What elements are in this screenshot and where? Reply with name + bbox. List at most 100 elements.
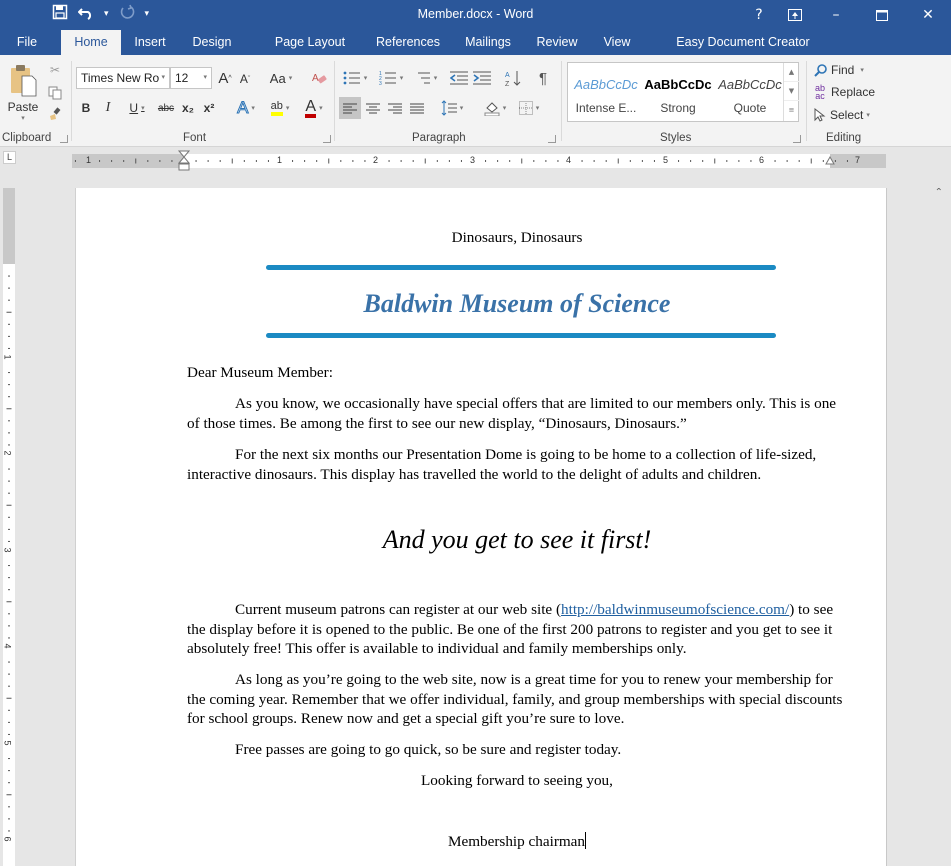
- replace-button[interactable]: ab ac Replace: [812, 83, 875, 101]
- line-spacing-button[interactable]: ▾: [437, 97, 467, 119]
- paragraph-launcher-icon[interactable]: [548, 135, 556, 143]
- ruler-number: 1: [277, 155, 283, 165]
- signature: Membership chairman: [447, 832, 587, 850]
- tab-file[interactable]: File: [6, 30, 48, 55]
- grow-font-button[interactable]: A ^: [216, 67, 234, 89]
- tab-easy-document-creator[interactable]: Easy Document Creator: [665, 30, 821, 55]
- paste-dropdown-icon[interactable]: ▾: [21, 114, 25, 122]
- ruler-number: 2: [373, 155, 379, 165]
- close-button[interactable]: ✕: [905, 0, 951, 30]
- sort-icon[interactable]: AZ: [503, 67, 523, 89]
- clipboard-launcher-icon[interactable]: [60, 135, 68, 143]
- copy-icon[interactable]: [46, 84, 64, 102]
- clipboard-icon: [11, 65, 37, 97]
- align-right-button[interactable]: [384, 97, 406, 119]
- font-name-combo[interactable]: Times New Ro ▾: [76, 67, 170, 89]
- tab-mailings[interactable]: Mailings: [460, 30, 516, 55]
- paste-button[interactable]: Paste ▾: [4, 59, 42, 127]
- paragraph: Free passes are going to go quick, so be…: [235, 741, 622, 758]
- replace-icon: ab ac: [814, 83, 825, 101]
- tab-review[interactable]: Review: [533, 30, 581, 55]
- cut-icon[interactable]: ✂: [46, 61, 64, 79]
- styles-more-icon[interactable]: ≡: [784, 101, 799, 120]
- borders-button[interactable]: ▾: [514, 97, 544, 119]
- styles-scroll-up-icon[interactable]: ▲: [784, 63, 799, 82]
- tab-design[interactable]: Design: [186, 30, 238, 55]
- group-separator: [334, 61, 335, 141]
- bold-button[interactable]: B: [78, 97, 94, 119]
- document-page[interactable]: Dinosaurs, Dinosaurs Baldwin Museum of S…: [75, 188, 887, 866]
- font-color-button[interactable]: A ▾: [298, 97, 330, 119]
- bullets-icon: [343, 71, 360, 85]
- ribbon-display-options-icon[interactable]: [777, 0, 813, 30]
- numbering-icon: 123: [379, 71, 396, 86]
- collapse-ribbon-icon[interactable]: ⌃: [935, 187, 943, 198]
- increase-indent-icon[interactable]: [472, 67, 492, 89]
- underline-button[interactable]: U ▾: [122, 97, 152, 119]
- vertical-ruler[interactable]: 1 2 3 4 5 6: [3, 188, 15, 866]
- right-indent-marker[interactable]: [825, 155, 835, 165]
- ruler-number: 4: [2, 643, 13, 649]
- ruler-number: 3: [2, 547, 13, 553]
- paste-label: Paste: [7, 100, 39, 114]
- multilevel-list-button[interactable]: ▾: [410, 67, 440, 89]
- maximize-button[interactable]: [859, 0, 905, 30]
- styles-scroll-down-icon[interactable]: ▼: [784, 82, 799, 101]
- styles-launcher-icon[interactable]: [793, 135, 801, 143]
- ruler-area: 1 1 2 3 4 5 6 7: [0, 148, 951, 188]
- indent-markers[interactable]: [178, 150, 190, 172]
- find-icon: [814, 63, 827, 77]
- horizontal-ruler[interactable]: 1 1 2 3 4 5 6 7: [72, 154, 886, 168]
- font-size-combo[interactable]: 12 ▾: [170, 67, 212, 89]
- align-left-button[interactable]: [339, 97, 361, 119]
- tab-page-layout[interactable]: Page Layout: [270, 30, 350, 55]
- align-center-button[interactable]: [362, 97, 384, 119]
- tab-insert[interactable]: Insert: [128, 30, 172, 55]
- help-button[interactable]: ?: [741, 0, 777, 30]
- tagline: And you get to see it first!: [382, 525, 652, 554]
- paragraph-group-label: Paragraph: [412, 132, 466, 144]
- editing-group-label: Editing: [826, 132, 862, 144]
- font-size-value: 12: [175, 71, 189, 85]
- select-button[interactable]: Select ▾: [814, 106, 870, 124]
- bullets-button[interactable]: ▾: [340, 67, 370, 89]
- justify-button[interactable]: [406, 97, 428, 119]
- highlight-button[interactable]: ab ▾: [264, 97, 296, 119]
- multilevel-list-icon: [417, 72, 430, 84]
- title-bar: ▾ ▾ Member.docx - Word ? – ✕: [0, 0, 951, 30]
- find-button[interactable]: Find ▾: [814, 61, 864, 79]
- tab-selector-button[interactable]: L: [3, 151, 16, 164]
- show-formatting-marks-button[interactable]: ¶: [533, 67, 553, 89]
- decrease-indent-icon[interactable]: [449, 67, 469, 89]
- strikethrough-button[interactable]: abc: [155, 97, 177, 119]
- style-strong[interactable]: AaBbCcDc Strong: [642, 63, 714, 121]
- shrink-font-button[interactable]: Aˇ: [236, 69, 254, 89]
- ribbon-home: Paste ▾ ✂ Clipboard Times New Ro ▾ 12 ▾ A ^…: [0, 55, 951, 198]
- styles-scroll: ▲ ▼ ≡: [783, 63, 799, 121]
- italic-button[interactable]: I: [100, 97, 116, 119]
- font-launcher-icon[interactable]: [323, 135, 331, 143]
- tab-view[interactable]: View: [600, 30, 634, 55]
- style-quote[interactable]: AaBbCcDc Quote: [714, 63, 786, 121]
- tab-home[interactable]: Home: [61, 30, 121, 55]
- ruler-number: 1: [2, 354, 13, 360]
- change-case-button[interactable]: Aa ▾: [264, 67, 298, 89]
- superscript-button[interactable]: x²: [201, 97, 217, 119]
- style-intense-emphasis[interactable]: AaBbCcDc Intense E...: [570, 63, 642, 121]
- shading-button[interactable]: ▾: [480, 97, 510, 119]
- clear-formatting-icon[interactable]: A: [308, 67, 330, 89]
- group-separator: [561, 61, 562, 141]
- minimize-button[interactable]: –: [813, 0, 859, 30]
- subscript-button[interactable]: x₂: [180, 97, 196, 119]
- format-painter-icon[interactable]: [46, 105, 64, 123]
- paragraph: For the next six months our Presentation…: [187, 446, 817, 483]
- tab-references[interactable]: References: [373, 30, 443, 55]
- closing: Looking forward to seeing you,: [421, 772, 613, 789]
- numbering-button[interactable]: 1 2 3 ▾: [376, 67, 406, 89]
- ruler-number: 3: [470, 155, 476, 165]
- paragraph: As long as you’re going to the web site,…: [187, 671, 843, 727]
- website-link[interactable]: http://baldwinmuseumofscience.com/: [561, 601, 789, 618]
- font-name-value: Times New Ro: [81, 71, 160, 85]
- document-subtitle: Dinosaurs, Dinosaurs: [451, 229, 583, 246]
- text-effects-button[interactable]: A ▾: [232, 97, 260, 119]
